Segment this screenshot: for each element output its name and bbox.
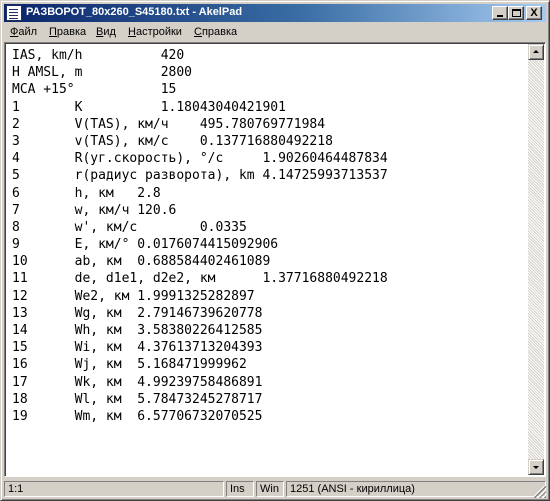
scroll-down-button[interactable] xyxy=(528,459,544,475)
editor-line[interactable]: 13 Wg, км 2.79146739620778 xyxy=(12,305,524,322)
menu-bar: Файл Правка Вид Настройки Справка xyxy=(4,23,546,42)
editor-line[interactable]: 18 Wl, км 5.78473245278717 xyxy=(12,391,524,408)
menu-help[interactable]: Справка xyxy=(194,26,237,38)
status-insert-mode[interactable]: Ins xyxy=(226,481,254,497)
close-icon: X xyxy=(530,7,538,19)
editor-line[interactable]: 16 Wj, км 5.168471999962 xyxy=(12,356,524,373)
menu-settings-mnemonic: Н xyxy=(128,26,136,38)
menu-edit[interactable]: Правка xyxy=(49,26,86,38)
editor-line[interactable]: 7 w, км/ч 120.6 xyxy=(12,202,524,219)
editor-line[interactable]: 17 Wk, км 4.99239758486891 xyxy=(12,374,524,391)
minimize-button[interactable] xyxy=(492,6,508,20)
editor-line[interactable]: 14 Wh, км 3.58380226412585 xyxy=(12,322,524,339)
menu-file[interactable]: Файл xyxy=(10,26,37,38)
editor-line[interactable]: 15 Wi, км 4.37613713204393 xyxy=(12,339,524,356)
scroll-up-button[interactable] xyxy=(528,44,544,60)
editor-line[interactable]: 11 de, d1e1, d2e2, км 1.37716880492218 xyxy=(12,270,524,287)
menu-settings-label: астройки xyxy=(135,26,182,38)
editor-text-area[interactable]: IAS, km/h 420 H AMSL, m 2800 MCA +15° 15 1 … xyxy=(12,47,524,473)
arrow-up-icon xyxy=(533,50,539,53)
maximize-icon xyxy=(512,9,521,17)
editor-line[interactable]: 5 r(радиус разворота), km 4.147259937135… xyxy=(12,167,524,184)
status-caret-position: 1:1 xyxy=(4,481,224,497)
akelpad-app-icon[interactable] xyxy=(6,5,22,21)
close-button[interactable]: X xyxy=(526,6,542,20)
menu-help-label: правка xyxy=(201,26,238,38)
akelpad-window: РАЗВОРОТ_80x260_S45180.txt - AkelPad X Ф… xyxy=(0,0,550,501)
editor-line[interactable]: 6 h, км 2.8 xyxy=(12,185,524,202)
editor-line[interactable]: 19 Wm, км 6.57706732070525 xyxy=(12,408,524,425)
menu-help-mnemonic: С xyxy=(194,26,202,38)
editor-line[interactable]: IAS, km/h 420 xyxy=(12,47,524,64)
editor-line[interactable]: 3 v(TAS), км/с 0.137716880492218 xyxy=(12,133,524,150)
editor-line[interactable]: 8 w', км/с 0.0335 xyxy=(12,219,524,236)
menu-file-label: айл xyxy=(18,26,38,38)
editor-line[interactable]: 2 V(TAS), км/ч 495.780769771984 xyxy=(12,116,524,133)
menu-edit-label: равка xyxy=(56,26,87,38)
resize-grip-icon[interactable] xyxy=(534,486,546,498)
status-newline[interactable]: Win xyxy=(256,481,284,497)
text-editor[interactable]: IAS, km/h 420 H AMSL, m 2800 MCA +15° 15 1 … xyxy=(4,42,546,477)
editor-line[interactable]: 10 ab, км 0.688584402461089 xyxy=(12,253,524,270)
menu-settings[interactable]: Настройки xyxy=(128,26,182,38)
menu-view-label: ид xyxy=(103,26,116,38)
arrow-down-icon xyxy=(533,466,539,469)
vertical-scrollbar[interactable] xyxy=(528,44,544,475)
status-bar: 1:1 Ins Win 1251 (ANSI - кириллица) xyxy=(4,480,546,498)
minimize-icon xyxy=(497,15,503,17)
maximize-button[interactable] xyxy=(508,6,524,20)
menu-view[interactable]: Вид xyxy=(96,26,116,38)
editor-line[interactable]: 1 K 1.18043040421901 xyxy=(12,99,524,116)
editor-line[interactable]: 12 We2, км 1.9991325282897 xyxy=(12,288,524,305)
editor-line[interactable]: MCA +15° 15 xyxy=(12,81,524,98)
title-bar[interactable]: РАЗВОРОТ_80x260_S45180.txt - AkelPad X xyxy=(4,4,546,22)
status-encoding[interactable]: 1251 (ANSI - кириллица) xyxy=(286,481,546,497)
editor-line[interactable]: H AMSL, m 2800 xyxy=(12,64,524,81)
editor-line[interactable]: 4 R(уг.скорость), °/с 1.90260464487834 xyxy=(12,150,524,167)
editor-line[interactable]: 9 E, км/° 0.0176074415092906 xyxy=(12,236,524,253)
menu-edit-mnemonic: П xyxy=(49,26,57,38)
window-title: РАЗВОРОТ_80x260_S45180.txt - AkelPad xyxy=(26,6,243,18)
